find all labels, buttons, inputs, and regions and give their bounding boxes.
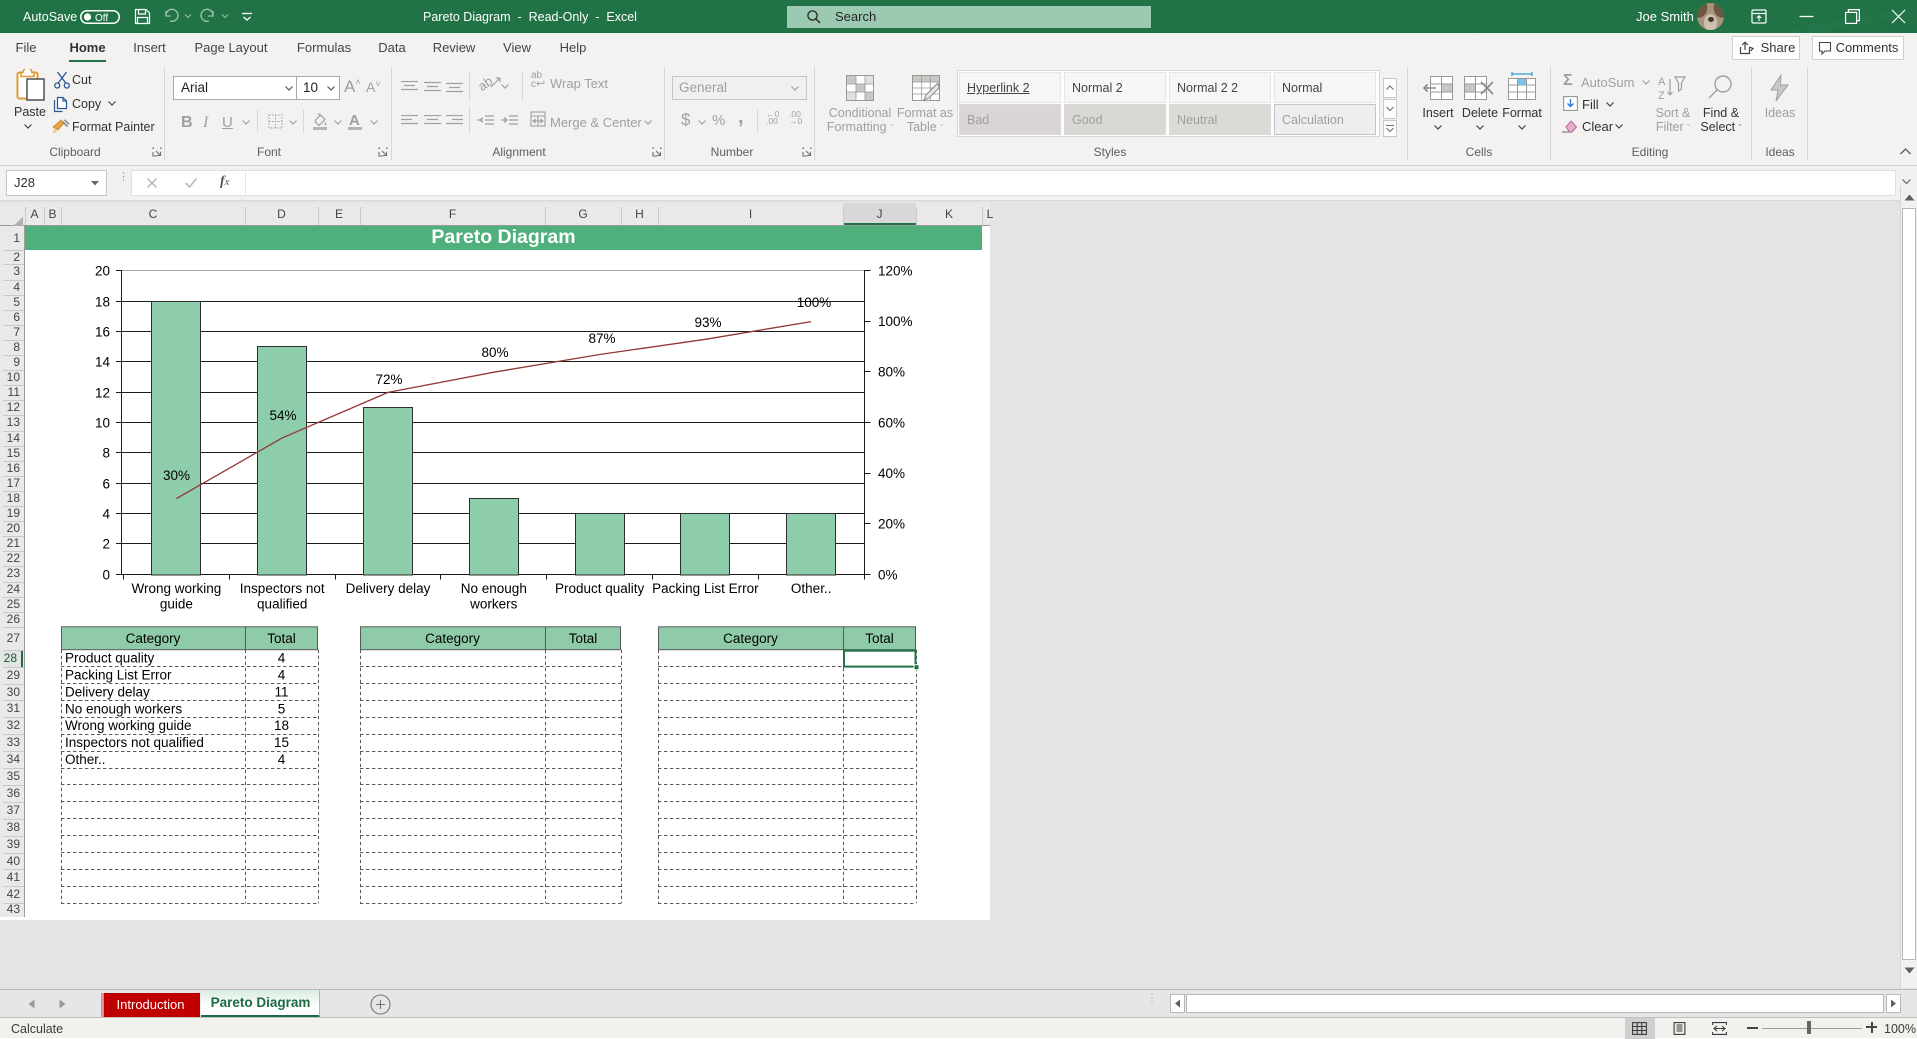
svg-text:40%: 40% xyxy=(878,466,905,481)
svg-text:4: 4 xyxy=(102,506,110,521)
svg-text:Wrong working: Wrong working xyxy=(132,581,222,596)
svg-text:4: 4 xyxy=(278,668,286,683)
svg-text:Packing List Error: Packing List Error xyxy=(65,668,172,683)
svg-text:2: 2 xyxy=(102,536,110,551)
svg-text:93%: 93% xyxy=(694,315,721,330)
svg-text:4: 4 xyxy=(278,752,286,767)
svg-text:11: 11 xyxy=(274,684,288,699)
svg-text:100%: 100% xyxy=(797,295,832,310)
svg-text:Off: Off xyxy=(95,13,108,24)
svg-text:0: 0 xyxy=(102,567,110,582)
svg-text:No enough: No enough xyxy=(461,581,527,596)
svg-text:30%: 30% xyxy=(163,468,190,483)
svg-text:Product quality: Product quality xyxy=(65,651,155,666)
svg-text:Inspectors not qualified: Inspectors not qualified xyxy=(65,735,204,750)
svg-text:8: 8 xyxy=(102,445,110,460)
svg-text:80%: 80% xyxy=(481,345,508,360)
svg-text:Category: Category xyxy=(126,631,181,646)
svg-text:Z: Z xyxy=(1658,90,1665,101)
svg-text:Other..: Other.. xyxy=(65,752,106,767)
svg-text:6: 6 xyxy=(102,476,110,491)
svg-text:10: 10 xyxy=(95,415,110,430)
svg-text:16: 16 xyxy=(95,324,110,339)
svg-text:Other..: Other.. xyxy=(791,581,832,596)
svg-text:80%: 80% xyxy=(878,365,905,380)
svg-text:Product quality: Product quality xyxy=(555,581,645,596)
svg-text:18: 18 xyxy=(274,718,289,733)
svg-text:Delivery delay: Delivery delay xyxy=(65,684,150,699)
svg-text:0%: 0% xyxy=(878,567,898,582)
svg-text:A: A xyxy=(1658,76,1666,88)
svg-text:54%: 54% xyxy=(269,408,296,423)
svg-text:120%: 120% xyxy=(878,263,913,278)
svg-text:12: 12 xyxy=(95,385,110,400)
svg-text:Inspectors not: Inspectors not xyxy=(240,581,325,596)
svg-text:Wrong working guide: Wrong working guide xyxy=(65,718,192,733)
svg-text:qualified: qualified xyxy=(257,597,307,612)
svg-text:Total: Total xyxy=(569,631,598,646)
svg-text:60%: 60% xyxy=(878,415,905,430)
svg-text:Delivery delay: Delivery delay xyxy=(346,581,431,596)
svg-text:100%: 100% xyxy=(878,314,913,329)
svg-text:72%: 72% xyxy=(375,372,402,387)
svg-text:Packing List Error: Packing List Error xyxy=(652,581,759,596)
svg-text:No enough workers: No enough workers xyxy=(65,701,182,716)
svg-text:15: 15 xyxy=(274,735,289,750)
svg-text:Total: Total xyxy=(865,631,894,646)
svg-text:guide: guide xyxy=(160,597,193,612)
svg-text:5: 5 xyxy=(278,701,286,716)
svg-text:workers: workers xyxy=(469,597,518,612)
svg-text:14: 14 xyxy=(95,354,111,369)
svg-text:Category: Category xyxy=(425,631,480,646)
svg-text:87%: 87% xyxy=(588,331,615,346)
svg-text:18: 18 xyxy=(95,294,110,309)
svg-text:4: 4 xyxy=(278,651,286,666)
svg-text:20%: 20% xyxy=(878,517,905,532)
svg-text:20: 20 xyxy=(95,263,110,278)
svg-text:Category: Category xyxy=(723,631,778,646)
svg-text:Total: Total xyxy=(267,631,296,646)
